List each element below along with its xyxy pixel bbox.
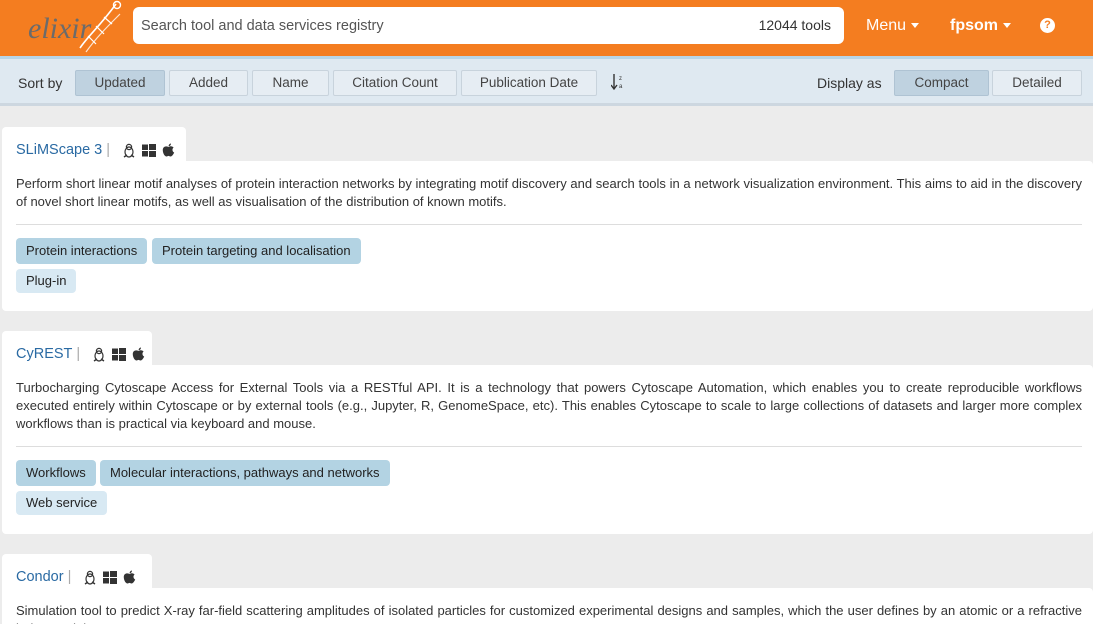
tool-description: Simulation tool to predict X-ray far-fie… xyxy=(16,603,1082,624)
topic-tag[interactable]: Protein targeting and localisation xyxy=(152,238,361,264)
sort-added-button[interactable]: Added xyxy=(169,70,248,96)
tool-title-row: SLiMScape 3 | xyxy=(16,142,175,158)
sort-direction-icon[interactable]: z a xyxy=(611,72,625,92)
user-label: fpsom xyxy=(950,17,998,34)
card-divider xyxy=(16,446,1082,447)
tool-title-row: CyREST | xyxy=(16,346,145,362)
sort-publication-date-button[interactable]: Publication Date xyxy=(461,70,597,96)
apple-icon xyxy=(133,347,145,361)
sort-toolbar: Sort by Updated Added Name Citation Coun… xyxy=(0,56,1093,106)
tool-name-link[interactable]: Condor xyxy=(16,569,64,585)
user-dropdown[interactable]: fpsom xyxy=(950,17,1011,35)
help-icon[interactable]: ? xyxy=(1040,18,1055,33)
linux-icon xyxy=(84,570,96,585)
tool-description: Perform short linear motif analyses of p… xyxy=(16,176,1082,209)
linux-icon xyxy=(123,143,135,158)
tool-description: Turbocharging Cytoscape Access for Exter… xyxy=(16,380,1082,431)
card-divider xyxy=(16,224,1082,225)
svg-text:elixir: elixir xyxy=(28,12,92,45)
tool-name-link[interactable]: SLiMScape 3 xyxy=(16,142,102,158)
search-input[interactable] xyxy=(133,7,733,44)
topic-tag[interactable]: Molecular interactions, pathways and net… xyxy=(100,460,390,486)
display-as-label: Display as xyxy=(817,75,882,91)
sort-by-label: Sort by xyxy=(18,75,63,91)
tool-name-link[interactable]: CyREST xyxy=(16,346,72,362)
windows-icon xyxy=(112,347,127,361)
windows-icon xyxy=(103,570,118,584)
display-compact-button[interactable]: Compact xyxy=(894,70,989,96)
search-box: 12044 tools xyxy=(133,7,844,44)
menu-dropdown[interactable]: Menu xyxy=(866,17,920,35)
sort-updated-button[interactable]: Updated xyxy=(75,70,165,96)
windows-icon xyxy=(142,143,157,157)
svg-text:a: a xyxy=(619,84,623,90)
linux-icon xyxy=(93,347,105,362)
svg-text:z: z xyxy=(619,76,622,82)
tool-count: 12044 tools xyxy=(758,17,831,33)
top-navbar: elixir 12044 tools Menu fpsom ? xyxy=(0,0,1093,56)
sort-name-button[interactable]: Name xyxy=(252,70,329,96)
display-detailed-button[interactable]: Detailed xyxy=(992,70,1082,96)
topic-tag[interactable]: Protein interactions xyxy=(16,238,148,264)
menu-label: Menu xyxy=(866,17,907,34)
topic-tag[interactable]: Workflows xyxy=(16,460,96,486)
sort-citation-count-button[interactable]: Citation Count xyxy=(333,70,457,96)
apple-icon xyxy=(124,570,136,584)
tool-type-tag[interactable]: Web service xyxy=(16,491,108,515)
tool-type-tag[interactable]: Plug-in xyxy=(16,269,77,293)
chevron-down-icon xyxy=(1003,23,1011,29)
apple-icon xyxy=(162,143,175,157)
elixir-logo[interactable]: elixir xyxy=(28,0,123,56)
tool-title-row: Condor | xyxy=(16,569,136,585)
chevron-down-icon xyxy=(911,23,920,29)
